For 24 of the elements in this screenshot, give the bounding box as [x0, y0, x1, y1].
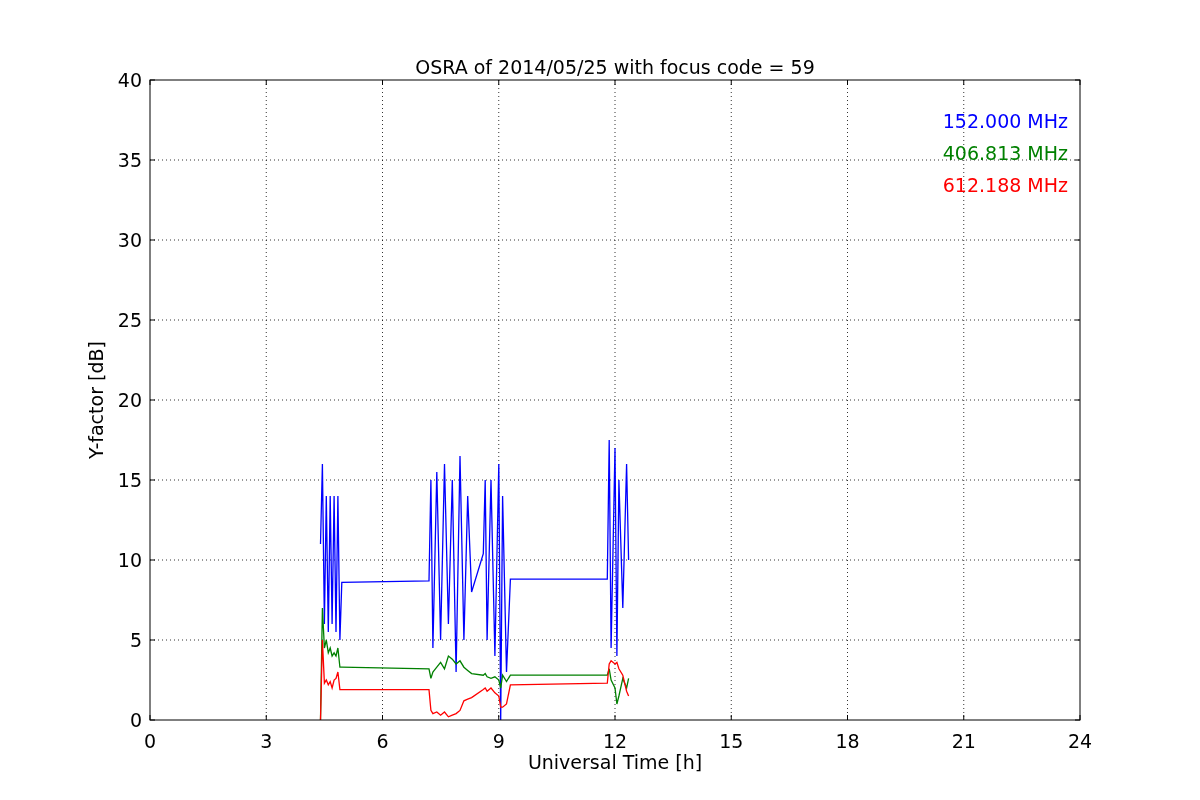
x-tick-label: 12 — [602, 730, 628, 752]
x-tick-label: 0 — [143, 730, 157, 752]
x-axis-label: Universal Time [h] — [527, 751, 703, 773]
x-tick-label: 6 — [376, 730, 389, 752]
y-tick-label: 5 — [129, 629, 142, 651]
x-tick-label: 21 — [951, 730, 976, 752]
y-tick-label: 10 — [117, 549, 142, 571]
legend-label: 152.000 MHz — [942, 110, 1068, 132]
x-tick-label: 24 — [1067, 730, 1093, 752]
x-tick-label: 3 — [260, 730, 273, 752]
y-tick-label: 0 — [129, 709, 142, 731]
y-tick-label: 40 — [117, 69, 142, 91]
y-tick-label: 30 — [117, 229, 142, 251]
x-tick-label: 9 — [492, 730, 505, 752]
y-tick-label: 15 — [117, 469, 142, 491]
x-tick-label: 15 — [719, 730, 744, 752]
y-axis-label: Y-factor [dB] — [85, 341, 107, 459]
y-tick-label: 20 — [117, 389, 142, 411]
legend-label: 612.188 MHz — [942, 174, 1068, 196]
legend-label: 406.813 MHz — [942, 142, 1068, 164]
y-tick-label: 35 — [117, 149, 142, 171]
chart-title: OSRA of 2014/05/25 with focus code = 59 — [415, 56, 815, 78]
y-tick-label: 25 — [117, 309, 142, 331]
x-tick-label: 18 — [835, 730, 860, 752]
